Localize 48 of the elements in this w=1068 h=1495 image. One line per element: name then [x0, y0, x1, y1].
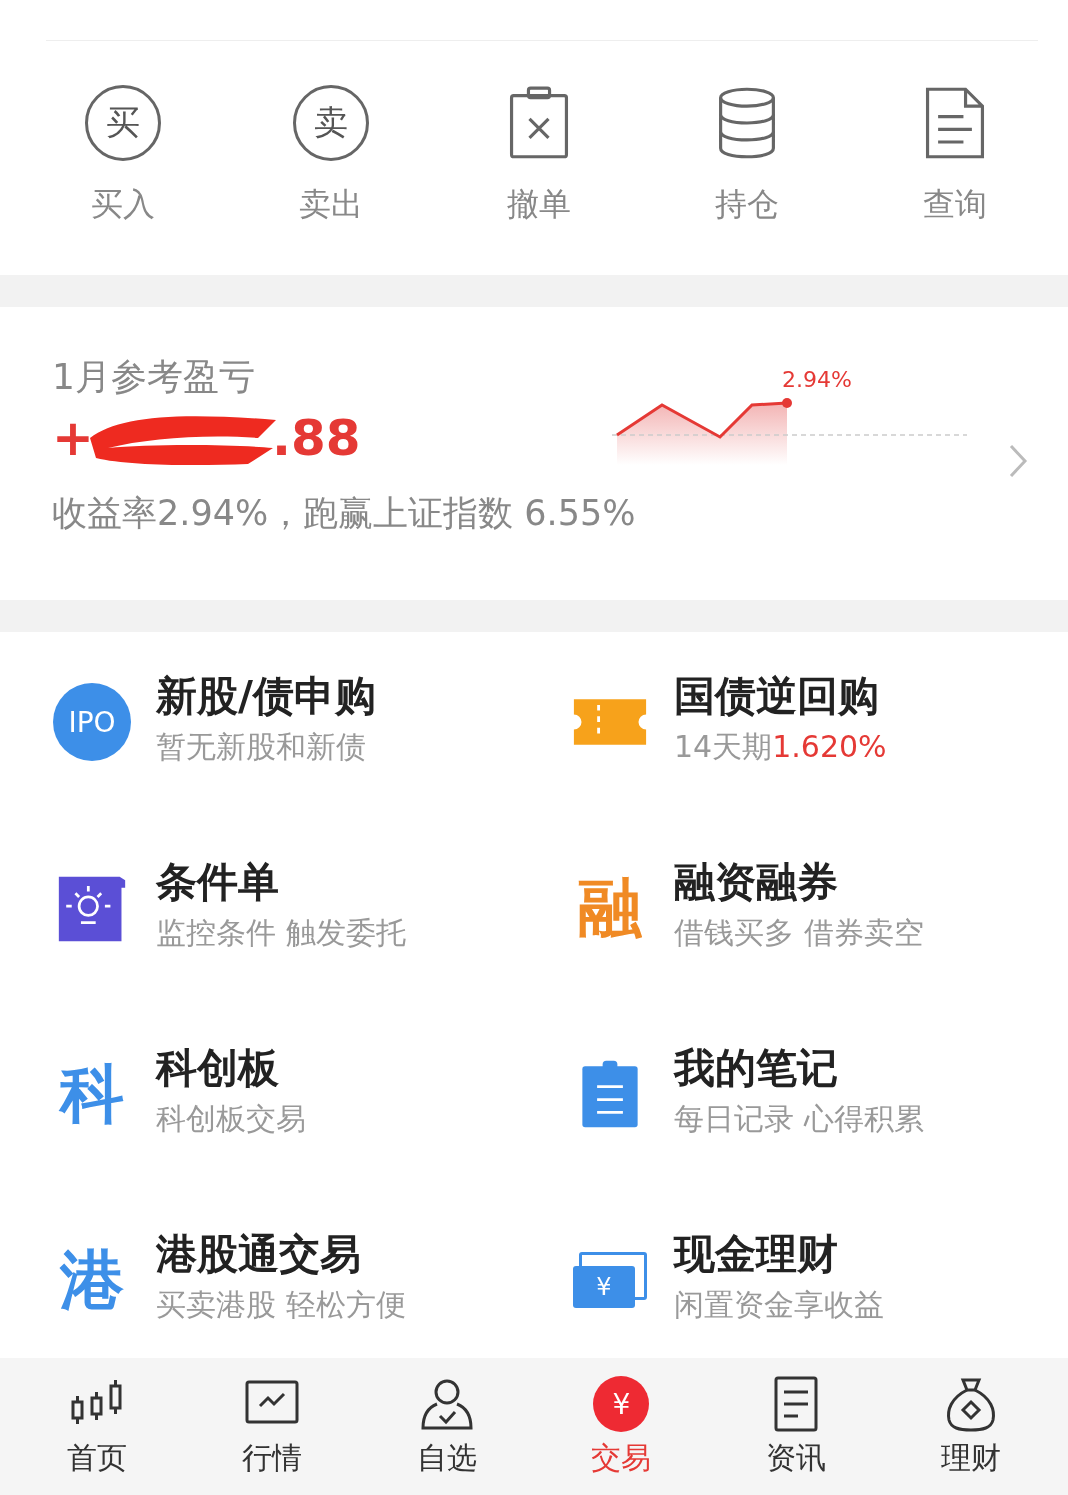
- action-button[interactable]: 持仓: [692, 85, 802, 227]
- service-subtitle: 科创板交易: [156, 1101, 306, 1138]
- service-item[interactable]: IPO 新股/债申购 暂无新股和新债: [52, 672, 570, 858]
- service-title: 现金理财: [674, 1230, 839, 1280]
- trade-icon: ¥: [593, 1376, 650, 1432]
- service-title: 我的笔记: [674, 1044, 839, 1094]
- character-icon: 科: [60, 1062, 124, 1126]
- trade-icon: 卖: [293, 85, 369, 161]
- nav-tab[interactable]: ¥ 交易: [561, 1358, 682, 1495]
- service-title: 条件单: [156, 858, 280, 908]
- profit-amount: +: [52, 409, 94, 467]
- service-item[interactable]: 我的笔记 每日记录 心得积累: [570, 1044, 1068, 1230]
- service-subtitle: 闲置资金享收益: [674, 1287, 884, 1324]
- service-title: 国债逆回购: [674, 672, 880, 722]
- service-subtitle: 监控条件 触发委托: [156, 915, 406, 952]
- character-icon: 融: [578, 876, 642, 940]
- chevron-right-icon: [1008, 443, 1028, 479]
- ipo-icon: IPO: [53, 683, 131, 761]
- character-icon: 港: [60, 1248, 124, 1312]
- cancel-order-icon: [507, 85, 571, 161]
- service-subtitle: 借钱买多 借券卖空: [674, 915, 924, 952]
- service-item[interactable]: ¥ 现金理财 闲置资金享收益: [570, 1230, 1068, 1330]
- nav-tab[interactable]: 行情: [212, 1358, 332, 1495]
- nav-tab[interactable]: 自选: [386, 1358, 507, 1495]
- action-button[interactable]: 查询: [900, 85, 1010, 227]
- profit-title: 1月参考盈亏: [52, 355, 256, 399]
- profit-summary: 收益率2.94%，跑赢上证指数 6.55%: [52, 492, 636, 535]
- service-title: 港股通交易: [156, 1230, 362, 1280]
- service-title: 新股/债申购: [156, 672, 376, 722]
- service-title: 融资融券: [674, 858, 839, 908]
- action-button[interactable]: 撤单: [484, 85, 594, 227]
- document-icon: [923, 85, 987, 161]
- chart-value: 2.94%: [782, 367, 852, 392]
- action-button[interactable]: 卖 卖出: [276, 85, 386, 227]
- nav-tab[interactable]: 首页: [37, 1358, 158, 1495]
- service-subtitle: 每日记录 心得积累: [674, 1101, 924, 1138]
- trade-icon: 买: [85, 85, 161, 161]
- service-item[interactable]: 国债逆回购 14天期1.620%: [570, 672, 1068, 858]
- service-subtitle: 14天期1.620%: [674, 729, 887, 766]
- nav-tab[interactable]: 理财: [910, 1358, 1031, 1495]
- service-title: 科创板: [156, 1044, 280, 1094]
- service-subtitle: 暂无新股和新债: [156, 729, 367, 766]
- action-button[interactable]: 买 买入: [68, 85, 178, 227]
- service-subtitle: 买卖港股 轻松方便: [156, 1287, 406, 1324]
- nav-tab[interactable]: 资讯: [735, 1358, 856, 1495]
- profit-amount: .88: [271, 409, 361, 467]
- service-item[interactable]: 条件单 监控条件 触发委托: [52, 858, 570, 1044]
- profit-card[interactable]: 1月参考盈亏 + .88 收益率2.94%，跑赢上证指数 6.55% 2.94%: [0, 307, 1068, 600]
